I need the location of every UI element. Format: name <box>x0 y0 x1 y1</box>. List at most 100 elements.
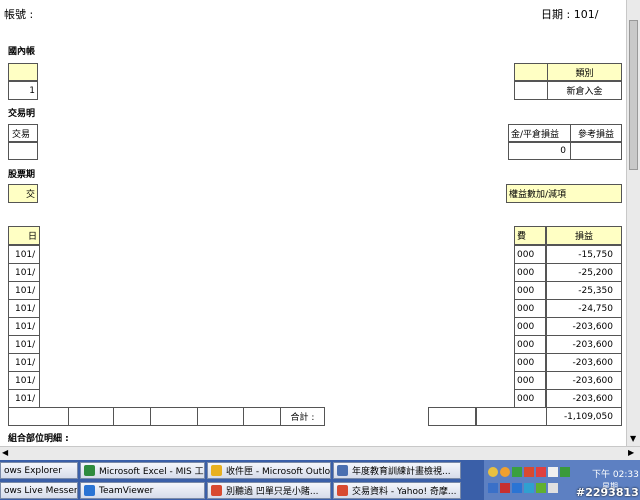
detail-total-blank-cell <box>68 407 114 426</box>
taskbar-button[interactable]: TeamViewer <box>80 482 205 499</box>
tray-icon[interactable] <box>548 483 558 493</box>
vertical-scroll-thumb[interactable] <box>629 20 638 170</box>
chrome-icon <box>337 485 348 496</box>
stock-left-header: 交 <box>8 184 38 203</box>
detail-row-date: 101/ <box>8 299 40 318</box>
scroll-down-arrow-icon[interactable]: ▼ <box>630 434 636 443</box>
detail-total-blank-cell <box>428 407 476 426</box>
detail-row-mid: 000 <box>514 299 546 318</box>
outlook-icon <box>211 465 222 476</box>
detail-row-pnl: -25,350 <box>546 281 622 300</box>
scroll-right-arrow-icon[interactable]: ▶ <box>628 448 634 457</box>
taskbar-button[interactable]: 別聽過 凹單只是小賭... <box>207 482 331 499</box>
tray-icon[interactable] <box>500 467 510 477</box>
tray-icon[interactable] <box>488 467 498 477</box>
taskbar-button[interactable]: ows Live Messen... <box>0 482 78 499</box>
detail-total-blank-cell <box>243 407 281 426</box>
teamviewer-icon <box>84 485 95 496</box>
tray-icon[interactable] <box>536 483 546 493</box>
detail-row-pnl: -203,600 <box>546 317 622 336</box>
system-tray: 下午 02:33 星期... #2293813 <box>484 460 640 500</box>
taskbar-button-label: 別聽過 凹單只是小賭... <box>226 487 319 497</box>
taskbar-button[interactable]: 年度教育訓練計畫檢視... <box>333 462 461 479</box>
detail-row-mid: 000 <box>514 335 546 354</box>
tray-icon[interactable] <box>548 467 558 477</box>
account-label: 帳號 : <box>4 8 34 21</box>
trade-pnl-value: 0 <box>508 142 571 160</box>
detail-row-date: 101/ <box>8 245 40 264</box>
domestic-left-header <box>8 63 38 81</box>
taskbar-button[interactable]: Microsoft Excel - MIS 工... <box>80 462 205 479</box>
document-view: 帳號 : 日期 : 101/ 國內帳 1 類別 新倉入金 交易明 交易 金/平倉… <box>0 0 626 446</box>
detail-row-date: 101/ <box>8 263 40 282</box>
tray-icon[interactable] <box>524 467 534 477</box>
domestic-mid-header <box>514 63 548 81</box>
detail-row-pnl: -24,750 <box>546 299 622 318</box>
tray-icon[interactable] <box>524 483 534 493</box>
detail-row-pnl: -203,600 <box>546 371 622 390</box>
tray-icon[interactable] <box>488 483 498 493</box>
detail-pnl-header: 損益 <box>546 226 622 245</box>
detail-row-date: 101/ <box>8 281 40 300</box>
trade-left-value <box>8 142 38 160</box>
taskbar-button-label: ows Explorer <box>4 465 62 476</box>
excel-icon <box>84 465 95 476</box>
taskbar-button-label: Microsoft Excel - MIS 工... <box>99 467 205 477</box>
detail-row-mid: 000 <box>514 317 546 336</box>
vertical-scrollbar[interactable]: ▼ <box>626 0 640 446</box>
scroll-left-arrow-icon[interactable]: ◀ <box>2 448 8 457</box>
taskbar-button[interactable]: 收件匣 - Microsoft Outlo... <box>207 462 331 479</box>
detail-total-pnl: -1,109,050 <box>546 407 622 426</box>
detail-row-pnl: -203,600 <box>546 353 622 372</box>
tray-icon[interactable] <box>500 483 510 493</box>
trade-ref-pnl-header: 參考損益 <box>570 124 622 142</box>
trade-left-header: 交易 <box>8 124 38 142</box>
detail-row-date: 101/ <box>8 353 40 372</box>
date-label: 日期 : 101/ <box>541 8 599 21</box>
domestic-category-value: 新倉入金 <box>547 81 622 100</box>
detail-total-blank-cell <box>8 407 69 426</box>
detail-row-pnl: -203,600 <box>546 389 622 408</box>
detail-row-mid: 000 <box>514 389 546 408</box>
detail-total-blank-cell <box>476 407 547 426</box>
taskbar-button-label: ows Live Messen... <box>4 485 77 496</box>
trade-pnl-header: 金/平倉損益 <box>508 124 571 142</box>
detail-row-mid: 000 <box>514 245 546 264</box>
clock-time[interactable]: 下午 02:33 <box>592 467 639 480</box>
detail-total-blank-cell <box>113 407 151 426</box>
detail-row-date: 101/ <box>8 389 40 408</box>
detail-row-mid: 000 <box>514 281 546 300</box>
taskbar-button[interactable]: 交易資料 - Yahoo! 奇摩... <box>333 482 461 499</box>
detail-row-pnl: -15,750 <box>546 245 622 264</box>
detail-mid-header: 費 <box>514 226 546 245</box>
detail-row-date: 101/ <box>8 371 40 390</box>
detail-total-blank-cell <box>150 407 198 426</box>
section-stock: 股票期 <box>8 170 36 180</box>
watermark: #2293813 <box>576 486 639 499</box>
detail-row-mid: 000 <box>514 371 546 390</box>
section-domestic: 國內帳 <box>8 47 36 57</box>
chrome-icon <box>211 485 222 496</box>
taskbar-button-label: 交易資料 - Yahoo! 奇摩... <box>352 487 457 497</box>
detail-row-date: 101/ <box>8 335 40 354</box>
tray-icons <box>488 467 570 477</box>
tray-icon[interactable] <box>560 467 570 477</box>
domestic-mid-value <box>514 81 548 100</box>
detail-row-date: 101/ <box>8 317 40 336</box>
detail-total-label: 合計 : <box>280 407 325 426</box>
tray-icon[interactable] <box>536 467 546 477</box>
taskbar-button-label: 收件匣 - Microsoft Outlo... <box>226 467 331 477</box>
domestic-left-value: 1 <box>8 81 38 100</box>
detail-row-mid: 000 <box>514 353 546 372</box>
domestic-category-header: 類別 <box>547 63 622 81</box>
detail-total-blank-cell <box>197 407 244 426</box>
taskbar-button[interactable]: ows Explorer <box>0 462 78 479</box>
tray-icon[interactable] <box>512 483 522 493</box>
horizontal-scrollbar[interactable]: ◀ ▶ <box>0 446 640 460</box>
document-icon <box>337 465 348 476</box>
detail-row-pnl: -25,200 <box>546 263 622 282</box>
section-trade: 交易明 <box>8 109 36 119</box>
trade-ref-pnl-value <box>570 142 622 160</box>
tray-icon[interactable] <box>512 467 522 477</box>
taskbar-button-label: 年度教育訓練計畫檢視... <box>352 467 451 477</box>
